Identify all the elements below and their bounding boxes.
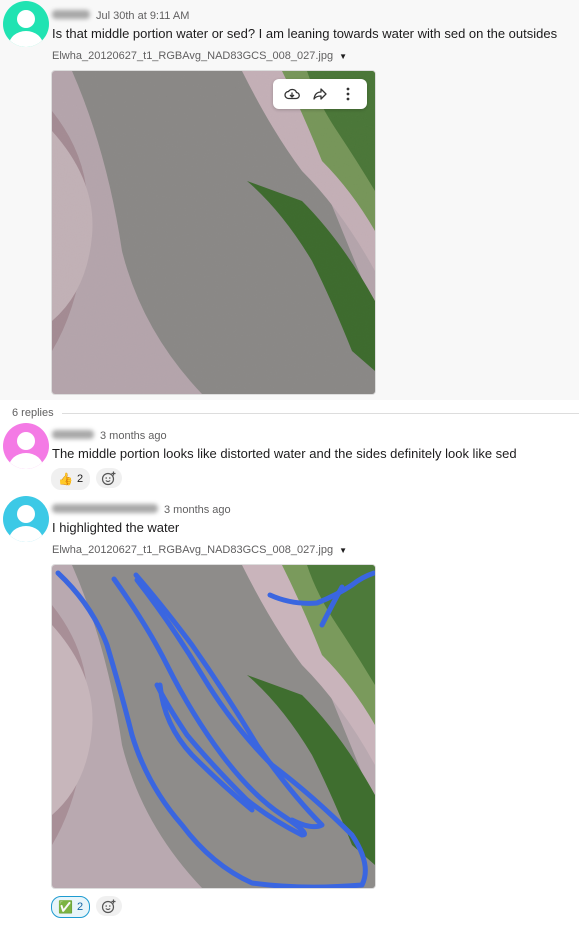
chevron-down-icon[interactable]: ▼ [339,52,347,61]
reaction-check-mark[interactable]: ✅ 2 [51,896,91,918]
check-mark-icon: ✅ [58,900,73,914]
replies-divider: 6 replies [12,405,579,421]
image-actions-toolbar [273,79,367,109]
more-icon[interactable] [339,85,357,103]
message-text: Is that middle portion water or sed? I a… [52,26,558,41]
reply-count: 6 replies [12,407,54,419]
aerial-photo-annotated [52,565,375,888]
reaction-count: 2 [76,901,84,913]
chevron-down-icon[interactable]: ▼ [339,546,347,555]
download-icon[interactable] [283,85,301,103]
attachment-filename[interactable]: Elwha_20120627_t1_RGBAvg_NAD83GCS_008_02… [52,544,347,556]
attachment-name: Elwha_20120627_t1_RGBAvg_NAD83GCS_008_02… [52,50,334,62]
reaction-thumbs-up[interactable]: 👍 2 [51,468,91,490]
timestamp[interactable]: 3 months ago [164,504,231,516]
thumbs-up-icon: 👍 [58,472,73,486]
attachment-filename[interactable]: Elwha_20120627_t1_RGBAvg_NAD83GCS_008_02… [52,50,347,62]
add-reaction-button[interactable] [96,468,123,488]
timestamp[interactable]: Jul 30th at 9:11 AM [96,10,189,22]
divider-line [61,412,579,414]
reaction-bar: ✅ 2 [51,896,123,918]
add-reaction-button[interactable] [96,896,123,916]
reply-text: The middle portion looks like distorted … [52,446,517,461]
avatar[interactable] [3,1,49,47]
author-name-redacted[interactable] [52,10,90,19]
add-reaction-icon [101,899,116,914]
reply-text: I highlighted the water [52,520,180,535]
reply-header: 3 months ago [52,504,231,516]
parent-message: Jul 30th at 9:11 AM Is that middle porti… [0,0,579,400]
reaction-count: 2 [76,473,84,485]
reply-header: 3 months ago [52,430,167,442]
author-name-redacted[interactable] [52,430,94,439]
author-name-redacted[interactable] [52,504,158,513]
aerial-photo [52,71,375,394]
timestamp[interactable]: 3 months ago [100,430,167,442]
share-icon[interactable] [311,85,329,103]
avatar[interactable] [3,423,49,469]
reaction-bar: 👍 2 [51,468,123,490]
thread-view: Jul 30th at 9:11 AM Is that middle porti… [0,0,579,929]
attached-image-highlighted[interactable] [51,564,376,889]
message-header: Jul 30th at 9:11 AM [52,10,189,22]
add-reaction-icon [101,471,116,486]
attached-image[interactable] [51,70,376,395]
attachment-name: Elwha_20120627_t1_RGBAvg_NAD83GCS_008_02… [52,544,334,556]
avatar[interactable] [3,496,49,542]
